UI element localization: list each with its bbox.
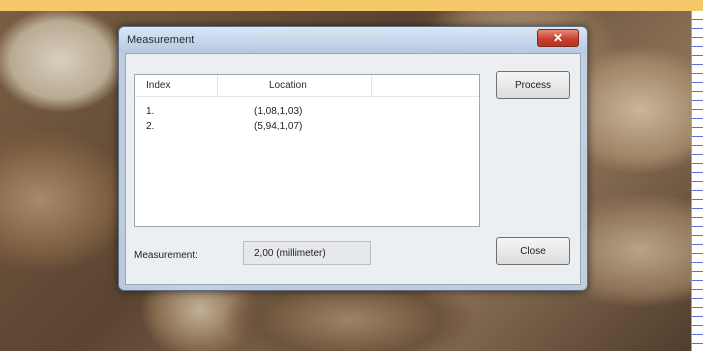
row-index: 2. [146, 121, 155, 132]
measurement-dialog: Measurement ✕ Index Location 1. (1,08,1,… [118, 26, 588, 291]
title-bar[interactable]: Measurement ✕ [119, 27, 587, 53]
measurement-value-field: 2,00 (millimeter) [243, 241, 371, 265]
measurement-label: Measurement: [134, 250, 198, 261]
list-item[interactable]: 2. (5,94,1,07) [135, 120, 479, 134]
dialog-client-area: Index Location 1. (1,08,1,03) 2. (5,94,1… [125, 53, 581, 285]
vertical-ruler [691, 11, 703, 351]
close-button[interactable]: Close [496, 237, 570, 265]
dialog-title: Measurement [127, 34, 195, 46]
row-location: (1,08,1,03) [254, 106, 303, 117]
row-location: (5,94,1,07) [254, 121, 303, 132]
column-separator[interactable] [217, 75, 218, 97]
close-window-button[interactable]: ✕ [537, 29, 579, 47]
top-bar [0, 0, 703, 11]
list-item[interactable]: 1. (1,08,1,03) [135, 105, 479, 119]
column-separator[interactable] [371, 75, 372, 97]
process-button[interactable]: Process [496, 71, 570, 99]
column-header-index[interactable]: Index [146, 80, 170, 91]
measurement-list[interactable]: Index Location 1. (1,08,1,03) 2. (5,94,1… [134, 74, 480, 227]
column-header-location[interactable]: Location [269, 80, 307, 91]
row-index: 1. [146, 106, 155, 117]
list-header: Index Location [135, 75, 479, 97]
close-icon: ✕ [552, 31, 564, 45]
